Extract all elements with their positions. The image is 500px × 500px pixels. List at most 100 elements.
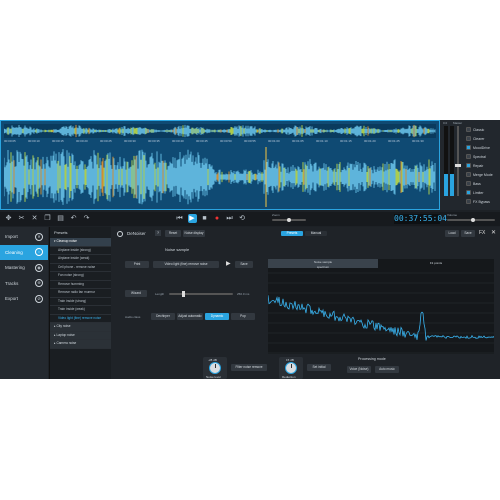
volume-slider[interactable] — [447, 218, 495, 222]
fx-label[interactable]: FX — [479, 230, 485, 236]
tab-fit-points[interactable]: Fit points — [380, 259, 492, 268]
zoom-slider-handle[interactable] — [287, 218, 291, 222]
spectrum-plot — [267, 272, 495, 354]
spectrum-graph[interactable] — [267, 259, 495, 354]
play-icon[interactable]: ▶ — [187, 214, 197, 223]
merge-icon — [466, 172, 471, 177]
nav-label: Mastering — [5, 265, 25, 270]
sample-select[interactable]: Video light (fine) remove noise — [153, 261, 219, 268]
preset-item[interactable]: Train inside (strong) — [50, 298, 111, 306]
effect-toggle-fx-bypass[interactable]: FX Bypass — [466, 198, 490, 205]
rewind-icon[interactable]: ⏮ — [175, 214, 184, 223]
zoom-slider[interactable] — [272, 218, 306, 222]
preset-item[interactable]: Remove radio fan murmur — [50, 289, 111, 298]
reduction-knob[interactable] — [285, 362, 297, 374]
dynamic-button[interactable]: Dynamic — [205, 313, 229, 320]
close-icon[interactable]: ✕ — [491, 229, 496, 236]
timeline-tick: 00:00:45 — [196, 139, 208, 143]
nav-tracks[interactable]: Tracks ⊕ — [0, 276, 48, 291]
main-waveform[interactable] — [4, 147, 436, 207]
preset-item[interactable]: Video light (fine) remove noise — [50, 315, 111, 323]
wizard-button[interactable]: Wizard — [125, 290, 147, 297]
tab-manual[interactable]: Manual — [305, 231, 327, 236]
set-initial-button[interactable]: Set initial — [307, 364, 331, 371]
preset-category[interactable]: ▸ Camera noise — [50, 340, 111, 349]
load-button[interactable]: Load — [445, 230, 459, 237]
preset-item[interactable]: Cell phone - remove noise — [50, 264, 111, 272]
length-slider[interactable] — [169, 291, 233, 297]
copy-icon[interactable]: ❐ — [43, 214, 52, 223]
noise-level-knob[interactable] — [209, 362, 221, 374]
stop-icon[interactable]: ■ — [200, 214, 209, 223]
save-sample-button[interactable]: Save — [235, 261, 253, 268]
processing-mode-title: Processing mode — [358, 357, 386, 361]
preset-category[interactable]: ▸ City noise — [50, 323, 111, 332]
effect-toggle-limiter[interactable]: Limiter — [466, 189, 484, 196]
play-sample-icon[interactable]: ▶ — [226, 260, 231, 267]
volume-label: Volume — [447, 213, 458, 217]
tab-noise-spectrum[interactable]: Noise sample spectrum — [268, 259, 378, 269]
meter-title: Master — [453, 121, 463, 125]
timeline-tick: 00:00:05 — [4, 139, 16, 143]
paste-icon[interactable]: ▤ — [56, 214, 65, 223]
help-icon[interactable]: ? — [155, 230, 161, 236]
loop-icon[interactable]: ⟲ — [238, 214, 247, 223]
preset-category[interactable]: ▾ Cleanup noise — [50, 238, 111, 247]
length-slider-handle[interactable] — [182, 291, 185, 297]
overview-waveform[interactable] — [4, 124, 436, 138]
cursor-icon[interactable]: ✥ — [4, 214, 13, 223]
timeline-tick: 00:00:40 — [172, 139, 184, 143]
preset-item[interactable]: Train inside (weak) — [50, 306, 111, 315]
preset-item[interactable]: Airplane inside (weak) — [50, 255, 111, 264]
preset-category[interactable]: ▸ Laptop noise — [50, 331, 111, 340]
effect-toggle-merge-mode[interactable]: Merge Mode — [466, 171, 493, 178]
undo-icon[interactable]: ↶ — [69, 214, 78, 223]
master-fader-track[interactable] — [455, 126, 461, 196]
nav-import[interactable]: Import ✕ — [0, 229, 48, 244]
length-label: Length — [155, 292, 165, 296]
forward-icon[interactable]: ⏭ — [225, 214, 234, 223]
reset-button[interactable]: Reset — [165, 230, 181, 237]
main-navigation: Import ✕ Cleaning ◌ Mastering ◉ Tracks ⊕ Export ⊘ — [0, 227, 48, 379]
preset-item[interactable]: Airplane inside (strong) — [50, 247, 111, 255]
audio-class-label: Audio class — [125, 315, 141, 319]
mastering-icon: ◉ — [35, 263, 43, 272]
redo-icon[interactable]: ↷ — [82, 214, 91, 223]
effect-toggle-clearer[interactable]: Clearer — [466, 135, 484, 142]
effect-toggle-spectral[interactable]: Spectral — [466, 153, 486, 160]
voice-mode-button[interactable]: Voice (Noise) — [347, 366, 371, 373]
tab-presets[interactable]: Presets — [281, 231, 303, 236]
volume-slider-handle[interactable] — [471, 218, 475, 222]
waveform-editor[interactable]: 00:00:05 00:00:10 00:00:15 00:00:20 00:00:25… — [0, 120, 440, 210]
tab-noise-spectrum-label: Noise sample spectrum — [313, 260, 333, 269]
effect-toggle-bass[interactable]: Bass — [466, 180, 481, 187]
adjust-automatic-button[interactable]: Adjust automatic — [177, 313, 203, 320]
noise-filter-button[interactable]: Filter noise remove — [231, 364, 267, 371]
nav-cleaning[interactable]: Cleaning ◌ — [0, 244, 48, 260]
save-preset-button[interactable]: Save — [461, 230, 475, 237]
nav-export[interactable]: Export ⊘ — [0, 291, 48, 306]
master-fader-handle[interactable] — [455, 164, 461, 167]
effect-toggle-classic[interactable]: Classic — [466, 126, 484, 133]
timeline-tick: 00:00:50 — [220, 139, 232, 143]
record-icon[interactable]: ● — [213, 214, 222, 223]
effect-toggle-label: MoodDrive — [473, 145, 490, 150]
time-display: 00:37:55:04 — [394, 214, 447, 224]
power-icon[interactable] — [117, 231, 123, 237]
effect-toggle-repair[interactable]: Repair — [466, 162, 483, 169]
dechirper-button[interactable]: Dechirper — [151, 313, 175, 320]
cut-icon[interactable]: ✂ — [17, 214, 26, 223]
preset-item[interactable]: Fan noise (strong) — [50, 272, 111, 281]
noise-display-button[interactable]: Noise display — [183, 230, 205, 237]
nav-mastering[interactable]: Mastering ◉ — [0, 260, 48, 275]
preset-item[interactable]: Remove humming — [50, 281, 111, 289]
effect-toggle-mooddrive[interactable]: MoodDrive — [466, 144, 490, 151]
print-button[interactable]: Print — [125, 261, 149, 268]
zoom-label: Zoom — [272, 213, 280, 217]
timeline-tick: 00:01:15 — [340, 139, 352, 143]
timeline-ruler[interactable]: 00:00:05 00:00:10 00:00:15 00:00:20 00:00:25… — [4, 139, 436, 146]
delete-icon[interactable]: ✕ — [30, 214, 39, 223]
timeline-tick: 00:01:30 — [412, 139, 424, 143]
pop-button[interactable]: Pop — [231, 313, 255, 320]
music-mode-button[interactable]: Auto music — [375, 366, 399, 373]
